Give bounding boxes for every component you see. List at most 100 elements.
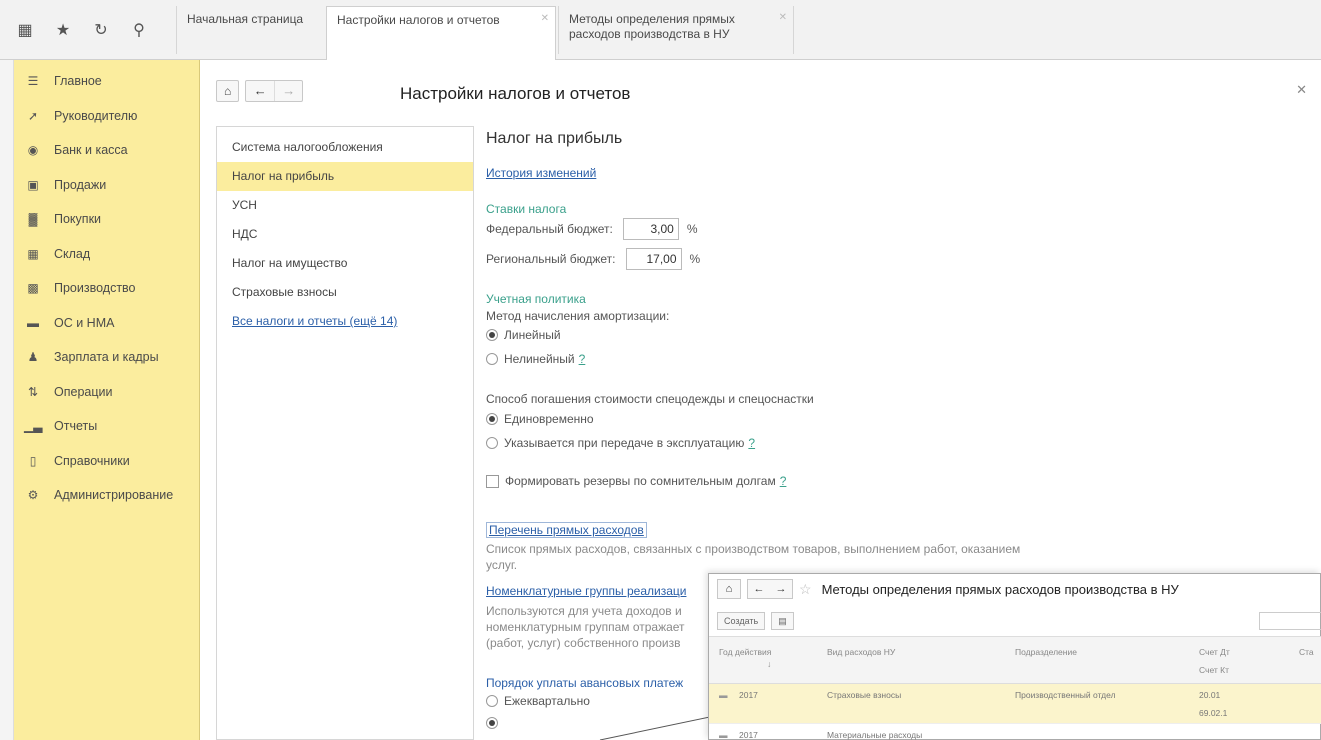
sidebar-item-label: Банк и касса [54, 143, 128, 158]
section-list: Система налогообложения Налог на прибыль… [216, 126, 474, 740]
radio-linear[interactable]: Линейный [486, 328, 561, 342]
sidebar-item-main[interactable]: ☰ Главное [14, 64, 199, 99]
col-department[interactable]: Подразделение [1015, 647, 1077, 657]
history-link[interactable]: История изменений [486, 166, 596, 180]
nomenclature-desc-1: Используются для учета доходов и [486, 604, 682, 618]
search-input[interactable] [1259, 612, 1321, 630]
all-taxes-link-item[interactable]: Все налоги и отчеты (ещё 14) [217, 307, 473, 336]
tab-tax-settings-label: Настройки налогов и отчетов [337, 13, 500, 27]
sidebar-item-warehouse[interactable]: ▦ Склад [14, 237, 199, 272]
home-button[interactable]: ⌂ [216, 80, 240, 102]
tab-tax-settings[interactable]: Настройки налогов и отчетов ✕ [326, 6, 556, 61]
overlay-header: ⌂ ← → ☆ Методы определения прямых расход… [709, 574, 1321, 604]
sidebar-item-label: Администрирование [54, 488, 174, 503]
back-arrow-icon[interactable]: ← [748, 580, 770, 598]
search-icon[interactable]: ⚲ [128, 20, 150, 40]
forward-arrow-icon[interactable]: → [770, 580, 792, 598]
radio-quarterly-button[interactable] [486, 695, 498, 707]
cell-credit: 69.02.1 [1199, 708, 1228, 718]
sidebar-item-label: Производство [54, 281, 136, 296]
radio-quarterly[interactable]: Ежеквартально [486, 694, 590, 708]
col-year[interactable]: Год действия [719, 647, 771, 657]
close-tab-icon[interactable]: ✕ [541, 11, 549, 26]
direct-costs-link[interactable]: Перечень прямых расходов [486, 522, 647, 538]
overlay-home-button[interactable]: ⌂ [717, 579, 741, 599]
federal-rate-input[interactable]: 3,00 [622, 218, 679, 240]
radio-linear-button[interactable] [486, 329, 498, 341]
back-arrow-icon[interactable]: ← [246, 81, 274, 101]
cell-year: 2017 [739, 690, 758, 700]
radio-workwear-transfer-button[interactable] [486, 437, 498, 449]
sidebar-item-purchases[interactable]: ▓ Покупки [14, 202, 199, 237]
table-row[interactable]: ▬ 2017 Материальные расходы [709, 724, 1321, 740]
sidebar-item-administration[interactable]: ⚙ Администрирование [14, 478, 199, 513]
table-row[interactable]: ▬ 2017 Страховые взносы Производственный… [709, 684, 1321, 724]
history-nav: ← → [245, 80, 304, 102]
sidebar-item-operations[interactable]: ⇅ Операции [14, 375, 199, 410]
radio-nonlinear-button[interactable] [486, 353, 498, 365]
sidebar-item-bank[interactable]: ◉ Банк и касса [14, 133, 199, 168]
top-bar: ▦ ★ ↻ ⚲ Начальная страница Настройки нал… [0, 0, 1321, 61]
sidebar-item-label: Зарплата и кадры [54, 350, 159, 365]
sidebar-item-catalogs[interactable]: ▯ Справочники [14, 444, 199, 479]
favorites-star-icon[interactable]: ★ [52, 20, 74, 40]
sidebar-item-sales[interactable]: ▣ Продажи [14, 168, 199, 203]
radio-workwear-once[interactable]: Единовременно [486, 412, 594, 426]
col-credit[interactable]: Счет Кт [1199, 665, 1229, 675]
apps-grid-icon[interactable]: ▦ [14, 20, 36, 40]
tab-direct-costs-methods[interactable]: Методы определения прямых расходов произ… [558, 6, 794, 54]
copy-icon[interactable]: ▤ [771, 612, 794, 630]
reserves-checkbox[interactable] [486, 474, 499, 488]
section-vat[interactable]: НДС [217, 220, 473, 249]
direct-costs-methods-window: ⌂ ← → ☆ Методы определения прямых расход… [708, 573, 1321, 740]
col-cut[interactable]: Ста [1299, 647, 1314, 657]
sidebar-item-label: Главное [54, 74, 102, 89]
radio-workwear-once-button[interactable] [486, 413, 498, 425]
radio-workwear-transfer[interactable]: Указывается при передаче в эксплуатацию … [486, 436, 755, 450]
section-insurance[interactable]: Страховые взносы [217, 278, 473, 307]
forward-arrow-icon[interactable]: → [274, 81, 302, 101]
cell-expense-type: Страховые взносы [827, 690, 902, 700]
radio-nonlinear[interactable]: Нелинейный ? [486, 352, 585, 366]
sidebar-item-production[interactable]: ▩ Производство [14, 271, 199, 306]
sidebar-item-reports[interactable]: ▁▃ Отчеты [14, 409, 199, 444]
history-icon[interactable]: ↻ [90, 20, 112, 40]
cart-icon: ▓ [28, 212, 38, 227]
col-expense-type[interactable]: Вид расходов НУ [827, 647, 895, 657]
sidebar-item-fixed-assets[interactable]: ▬ ОС и НМА [14, 306, 199, 341]
overlay-toolbar: Создать ▤ [717, 612, 794, 630]
create-button[interactable]: Создать [717, 612, 766, 630]
tab-home[interactable]: Начальная страница [176, 6, 326, 54]
radio-monthly-partial[interactable] [486, 717, 504, 729]
nomenclature-desc-3: (работ, услуг) собственного произв [486, 636, 681, 650]
help-link[interactable]: ? [780, 474, 787, 488]
coin-icon: ◉ [27, 143, 39, 158]
table-header: Год действия ↓ Вид расходов НУ Подраздел… [709, 636, 1321, 684]
sidebar-item-label: Руководителю [54, 108, 138, 123]
home-icon: ⌂ [725, 583, 733, 595]
section-tax-system[interactable]: Система налогообложения [217, 133, 473, 162]
overlay-history-nav: ← → [747, 579, 793, 599]
section-property-tax[interactable]: Налог на имущество [217, 249, 473, 278]
sidebar-item-payroll[interactable]: ♟ Зарплата и кадры [14, 340, 199, 375]
help-link[interactable]: ? [748, 436, 755, 450]
close-icon[interactable]: ✕ [1296, 82, 1307, 98]
person-icon: ♟ [27, 350, 39, 365]
reserves-checkbox-row[interactable]: Формировать резервы по сомнительным долг… [486, 474, 786, 488]
all-taxes-link[interactable]: Все налоги и отчеты (ещё 14) [232, 314, 397, 328]
section-usn[interactable]: УСН [217, 191, 473, 220]
col-debit[interactable]: Счет Дт [1199, 647, 1230, 657]
nomenclature-link[interactable]: Номенклатурные группы реализаци [486, 584, 686, 598]
regional-rate-input[interactable]: 17,00 [625, 248, 682, 270]
sidebar-item-manager[interactable]: ➚ Руководителю [14, 99, 199, 134]
section-profit-tax[interactable]: Налог на прибыль [217, 162, 473, 191]
cell-debit: 20.01 [1199, 690, 1221, 700]
sidebar: ☰ Главное ➚ Руководителю ◉ Банк и касса ▣ Пр… [14, 60, 200, 740]
favorite-star-icon[interactable]: ☆ [799, 581, 812, 598]
radio-monthly-button[interactable] [486, 717, 498, 729]
row-marker-icon: ▬ [719, 690, 728, 700]
close-tab-icon[interactable]: ✕ [779, 10, 787, 25]
tab-home-label: Начальная страница [187, 12, 304, 26]
help-link[interactable]: ? [579, 352, 586, 366]
operations-icon: ⇅ [27, 384, 39, 399]
